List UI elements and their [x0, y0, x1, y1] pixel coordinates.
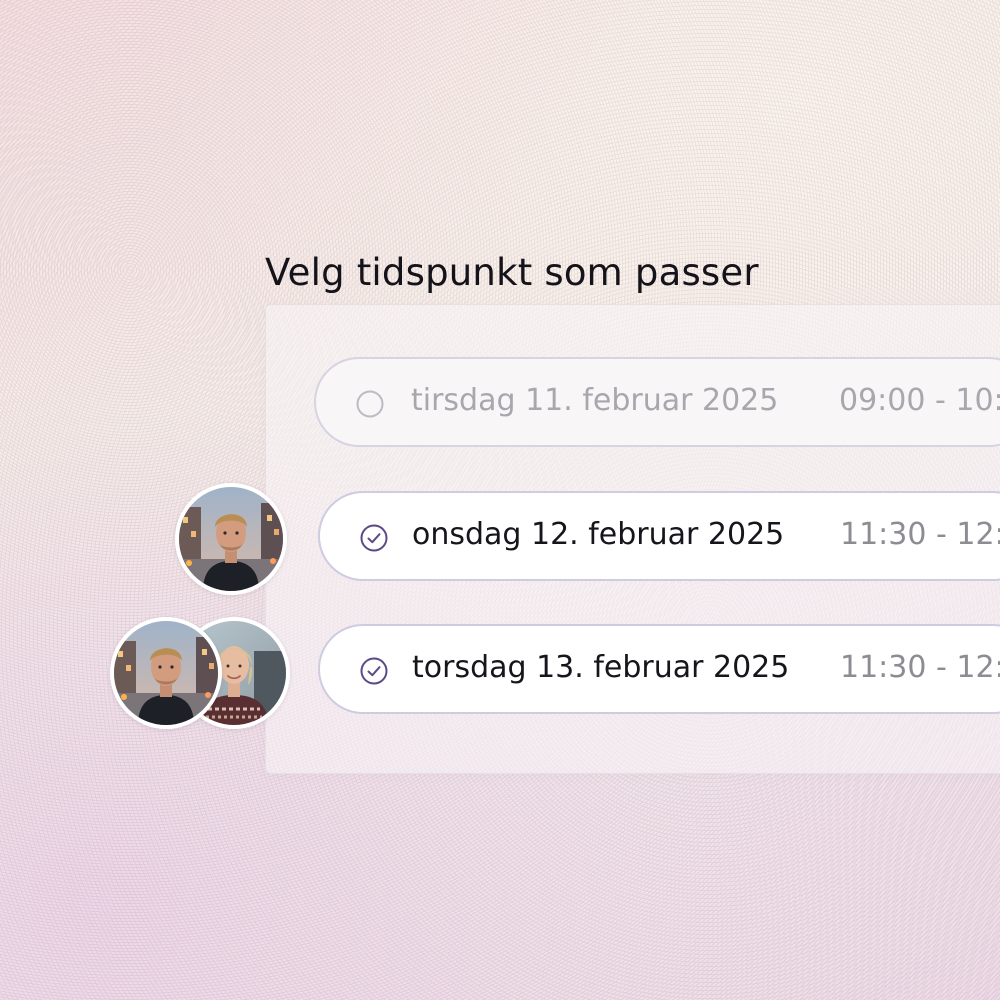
- time-slot-option-2[interactable]: onsdag 12. februar 2025 11:30 - 12:3: [318, 491, 1000, 581]
- time-slot-date: torsdag 13. februar 2025: [412, 650, 790, 685]
- time-slot-time: 11:30 - 12:3: [840, 517, 1000, 552]
- time-slot-time: 11:30 - 12:3: [840, 650, 1000, 685]
- time-slot-date: onsdag 12. februar 2025: [412, 517, 785, 552]
- radio-empty-icon[interactable]: [356, 390, 384, 418]
- time-slot-time: 09:00 - 10:0: [839, 383, 1000, 418]
- avatar: [175, 483, 287, 595]
- time-slot-option-3[interactable]: torsdag 13. februar 2025 11:30 - 12:3: [318, 624, 1000, 714]
- check-circle-icon[interactable]: [360, 657, 388, 685]
- time-slot-option-1[interactable]: tirsdag 11. februar 2025 09:00 - 10:0: [314, 357, 1000, 447]
- time-slot-date: tirsdag 11. februar 2025: [411, 383, 779, 418]
- page-title: Velg tidspunkt som passer: [265, 250, 759, 294]
- avatar: [110, 617, 222, 729]
- check-circle-icon[interactable]: [360, 524, 388, 552]
